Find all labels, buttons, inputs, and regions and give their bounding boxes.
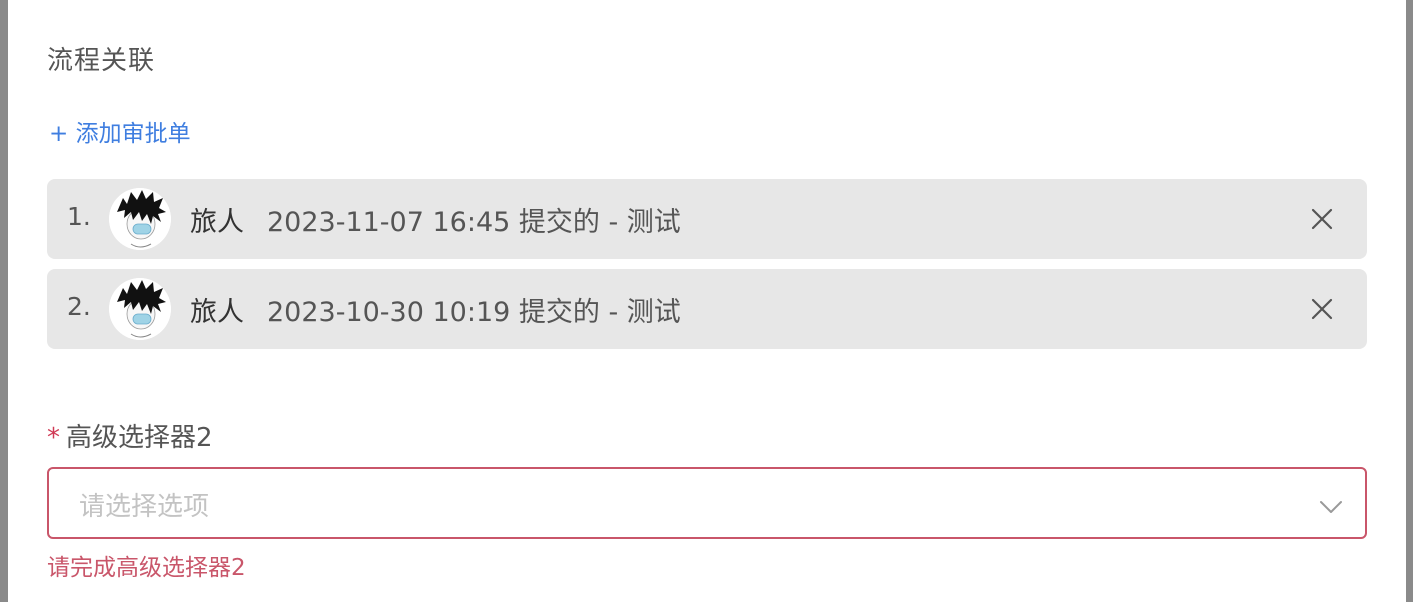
close-icon[interactable] <box>1309 206 1335 232</box>
approval-item-2[interactable]: 2. 旅人 2023-10-30 10:19 提交的 - 测试 <box>47 269 1367 349</box>
required-mark: * <box>47 423 60 453</box>
add-approval-link[interactable]: + 添加审批单 <box>49 114 191 148</box>
item-index: 1. <box>67 202 91 231</box>
avatar <box>109 188 171 250</box>
item-index: 2. <box>67 292 91 321</box>
form-panel: 流程关联 + 添加审批单 1. 旅人 2023-11-07 16:45 提交的 … <box>8 0 1406 602</box>
error-message: 请完成高级选择器2 <box>47 555 246 581</box>
close-icon[interactable] <box>1309 296 1335 322</box>
field-label-text: 高级选择器2 <box>66 423 213 453</box>
chevron-down-icon[interactable] <box>1319 495 1343 519</box>
submitter-name: 旅人 <box>190 207 244 238</box>
submitter-name: 旅人 <box>190 297 244 328</box>
section-title: 流程关联 <box>47 46 156 76</box>
avatar <box>109 278 171 340</box>
approval-description: 2023-10-30 10:19 提交的 - 测试 <box>267 297 681 328</box>
select-placeholder: 请选择选项 <box>79 492 210 522</box>
field-label: * 高级选择器2 <box>47 417 213 454</box>
advanced-selector[interactable]: 请选择选项 <box>47 467 1367 539</box>
approval-description: 2023-11-07 16:45 提交的 - 测试 <box>267 207 681 238</box>
approval-item-1[interactable]: 1. 旅人 2023-11-07 16:45 提交的 - 测试 <box>47 179 1367 259</box>
